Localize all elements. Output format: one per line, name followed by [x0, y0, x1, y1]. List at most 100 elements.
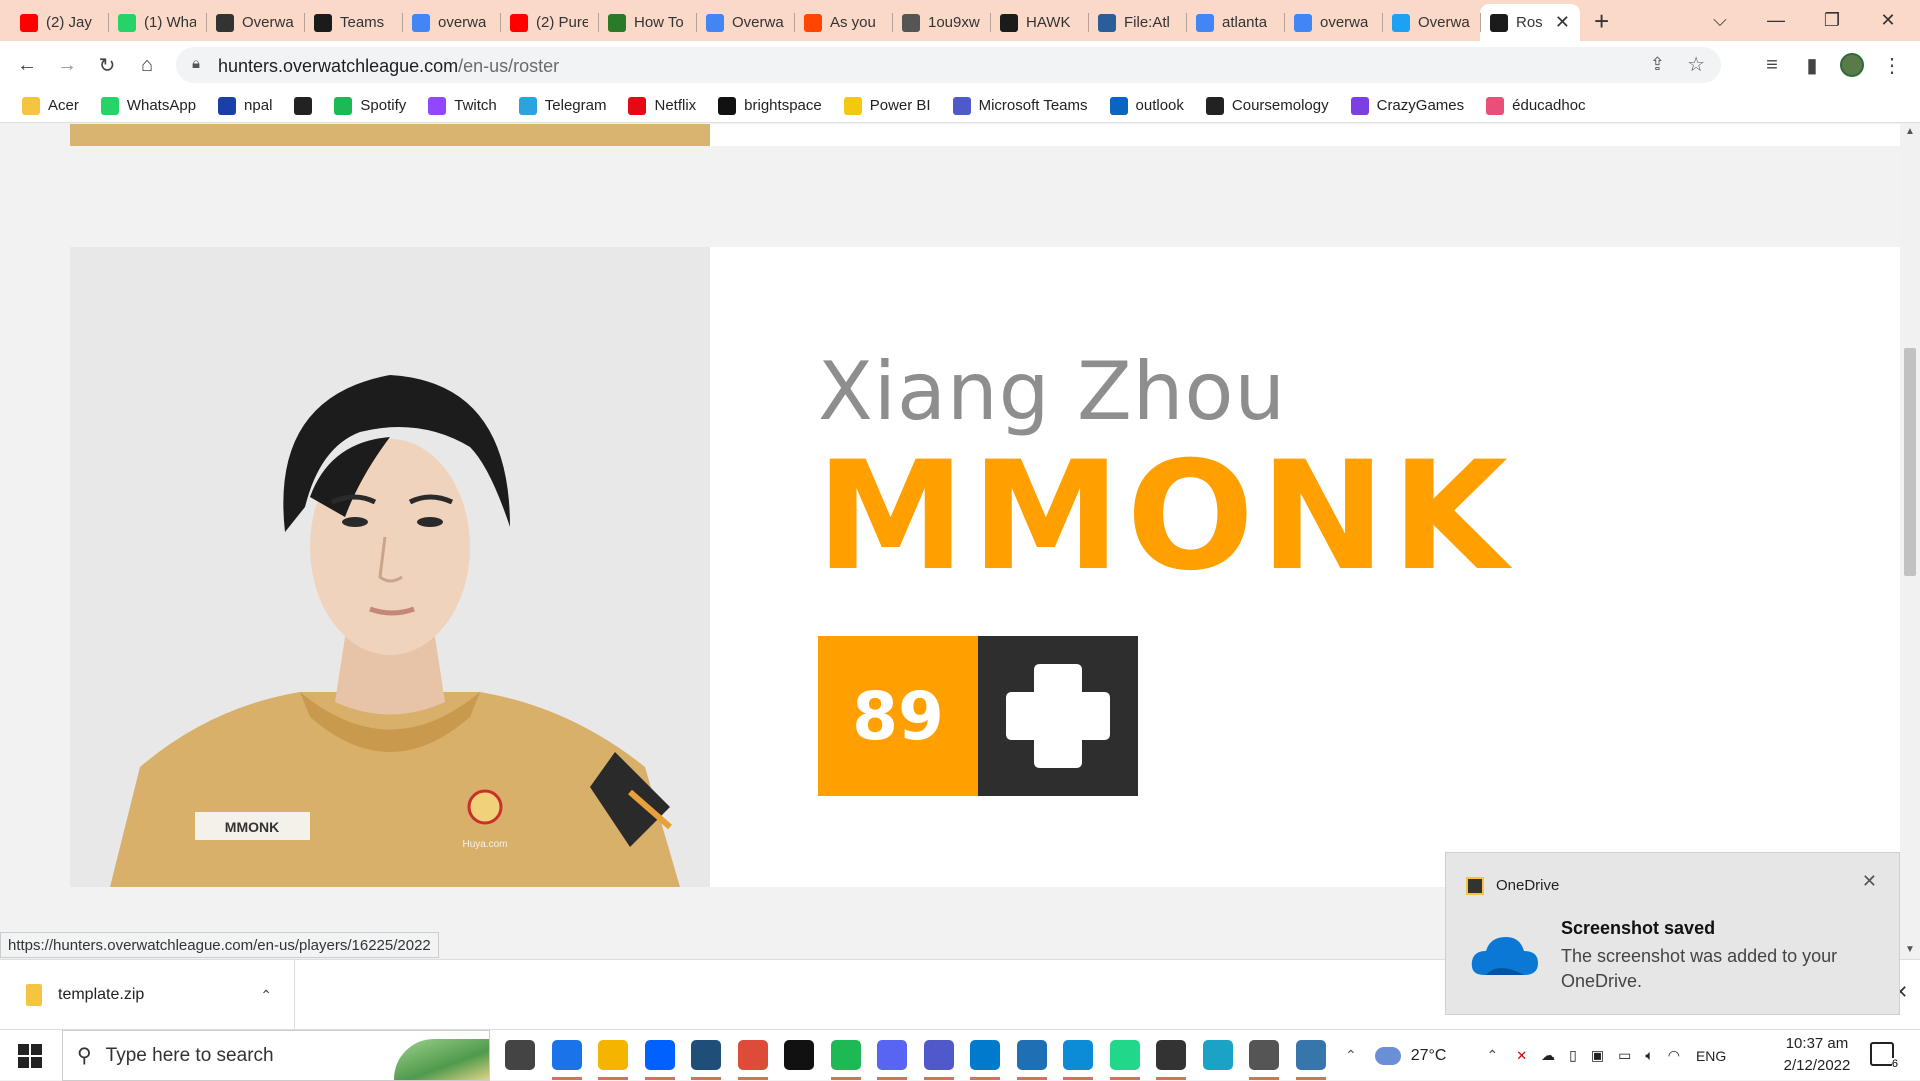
netflix-icon[interactable]	[784, 1040, 814, 1070]
back-arrow-icon[interactable]: ←	[13, 51, 41, 79]
bookmark-item[interactable]: Twitch	[428, 96, 497, 115]
pycharm-icon[interactable]	[1109, 1040, 1140, 1070]
antivirus-icon[interactable]: ✕	[1516, 1048, 1527, 1064]
minimize-button[interactable]: —	[1752, 0, 1800, 41]
bookmark-item[interactable]: outlook	[1109, 96, 1184, 115]
vscode-icon[interactable]	[970, 1040, 1000, 1070]
new-tab-button[interactable]: +	[1594, 6, 1609, 37]
download-item[interactable]: template.zip ⌃	[0, 960, 295, 1030]
player-real-name: Xiang Zhou	[818, 345, 1287, 438]
browser-tab[interactable]: HAWK	[990, 4, 1088, 41]
onedrive-tray-icon[interactable]: ☁	[1541, 1047, 1555, 1064]
side-panel-icon[interactable]: ▮	[1798, 51, 1826, 79]
edge-icon[interactable]	[1063, 1040, 1093, 1070]
tray-scroll-icon[interactable]: ⌃	[1345, 1047, 1357, 1064]
page-scrollbar[interactable]: ▲ ▼	[1900, 124, 1920, 959]
lock-icon[interactable]: 🔒︎	[192, 55, 200, 72]
bookmark-item[interactable]: Spotify	[334, 96, 406, 115]
show-hidden-icons-icon[interactable]: ⌃	[1486, 1047, 1498, 1064]
notification-close-icon[interactable]: ✕	[1862, 871, 1877, 892]
menu-kebab-icon[interactable]: ⋮	[1878, 51, 1906, 79]
pyzo-icon[interactable]	[691, 1040, 721, 1070]
taskbar-search-box[interactable]: ⚲ Type here to search	[62, 1030, 490, 1081]
bookmark-item[interactable]	[294, 96, 313, 115]
browser-tab[interactable]: Overwa	[1382, 4, 1480, 41]
mail-icon[interactable]	[551, 1040, 582, 1070]
security-icon[interactable]: ▣	[1591, 1047, 1604, 1064]
reload-icon[interactable]: ↻	[93, 51, 121, 79]
browser-tab[interactable]: (2) Pure	[500, 4, 598, 41]
bookmark-item[interactable]: Power BI	[843, 96, 931, 115]
browser-tab[interactable]: (1) Wha	[108, 4, 206, 41]
weather-temperature[interactable]: 27°C	[1411, 1047, 1447, 1065]
tab-search-chevron-icon[interactable]: ⌵	[1696, 0, 1744, 41]
bookmark-item[interactable]: Telegram	[518, 96, 606, 115]
task-view-icon[interactable]	[505, 1040, 535, 1070]
browser-tab[interactable]: Overwa	[206, 4, 304, 41]
bookmark-item[interactable]: Coursemology	[1205, 96, 1329, 115]
home-icon[interactable]: ⌂	[133, 51, 161, 79]
bookmark-label: éducadhoc	[1512, 97, 1586, 114]
browser-tab[interactable]: Ros ✕	[1480, 4, 1580, 41]
bookmark-item[interactable]: npal	[218, 96, 272, 115]
bookmark-item[interactable]: éducadhoc	[1486, 96, 1586, 115]
weather-cloud-icon[interactable]	[1374, 1046, 1401, 1065]
close-window-button[interactable]: ✕	[1864, 0, 1912, 41]
scroll-down-icon[interactable]: ▼	[1905, 944, 1915, 955]
clock[interactable]: 10:37 am 2/12/2022	[1777, 1033, 1857, 1077]
bookmark-item[interactable]: Netflix	[628, 96, 696, 115]
bookmark-item[interactable]: brightspace	[718, 96, 822, 115]
browser-tab[interactable]: How To	[598, 4, 696, 41]
chrome-icon[interactable]	[737, 1040, 768, 1070]
tab-label: As you	[830, 14, 876, 31]
unity-hub-icon[interactable]	[1249, 1040, 1279, 1070]
close-tab-icon[interactable]: ✕	[1555, 12, 1570, 33]
reddit-icon	[804, 13, 822, 32]
onedrive-notification[interactable]: OneDrive ✕ Screenshot saved The screensh…	[1445, 852, 1900, 1015]
avatar[interactable]	[1838, 51, 1866, 79]
photos-icon[interactable]	[1016, 1040, 1047, 1070]
wikimedia-icon	[1098, 13, 1116, 32]
bookmark-item[interactable]: WhatsApp	[100, 96, 196, 115]
browser-tab[interactable]: As you	[794, 4, 892, 41]
browser-tab[interactable]: Overwa	[696, 4, 794, 41]
scroll-up-icon[interactable]: ▲	[1905, 126, 1915, 137]
download-file-name: template.zip	[58, 986, 145, 1003]
teams-icon[interactable]	[923, 1040, 954, 1070]
forward-arrow-icon[interactable]: →	[53, 51, 81, 79]
dropbox-icon[interactable]	[644, 1040, 675, 1070]
bookmark-item[interactable]: Microsoft Teams	[952, 96, 1088, 115]
google-icon	[1196, 13, 1214, 32]
discord-icon[interactable]	[877, 1040, 907, 1070]
browser-tab[interactable]: (2) Jay	[10, 4, 108, 41]
bookmark-star-icon[interactable]: ☆	[1687, 52, 1705, 77]
player-photo[interactable]: MMONK Huya.com	[70, 247, 710, 887]
battery-icon[interactable]: ▭	[1618, 1047, 1631, 1064]
url-text[interactable]: hunters.overwatchleague.com/en-us/roster	[218, 56, 559, 77]
browser-tab[interactable]: Teams	[304, 4, 402, 41]
scroll-thumb[interactable]	[1904, 348, 1916, 576]
unity-icon[interactable]	[1156, 1040, 1186, 1070]
python-icon[interactable]	[1295, 1040, 1326, 1070]
restore-button[interactable]: ❐	[1808, 0, 1856, 41]
bookmark-item[interactable]: Acer	[22, 96, 79, 115]
share-icon[interactable]: ⇪	[1650, 54, 1665, 75]
language-indicator[interactable]: ENG	[1696, 1048, 1726, 1064]
media-control-icon[interactable]: ≡	[1758, 51, 1786, 79]
device-icon[interactable]: ▯	[1569, 1047, 1577, 1064]
browser-tab[interactable]: atlanta	[1186, 4, 1284, 41]
maya-icon[interactable]	[1202, 1040, 1233, 1070]
browser-tab[interactable]: File:Atl	[1088, 4, 1186, 41]
chevron-up-icon[interactable]: ⌃	[260, 987, 272, 1004]
notification-center-icon[interactable]: 6	[1870, 1042, 1898, 1070]
bookmark-item[interactable]: CrazyGames	[1350, 96, 1464, 115]
file-explorer-icon[interactable]	[598, 1040, 628, 1070]
address-bar[interactable]: 🔒︎ hunters.overwatchleague.com/en-us/ros…	[176, 47, 1721, 83]
wifi-icon[interactable]: ◠	[1668, 1047, 1680, 1064]
windows-start-icon[interactable]	[18, 1044, 42, 1068]
spotify-icon[interactable]	[830, 1040, 861, 1070]
volume-icon[interactable]: 🔈︎	[1645, 1047, 1653, 1064]
browser-tab[interactable]: 1ou9xw	[892, 4, 990, 41]
browser-tab[interactable]: overwa	[1284, 4, 1382, 41]
browser-tab[interactable]: overwa	[402, 4, 500, 41]
